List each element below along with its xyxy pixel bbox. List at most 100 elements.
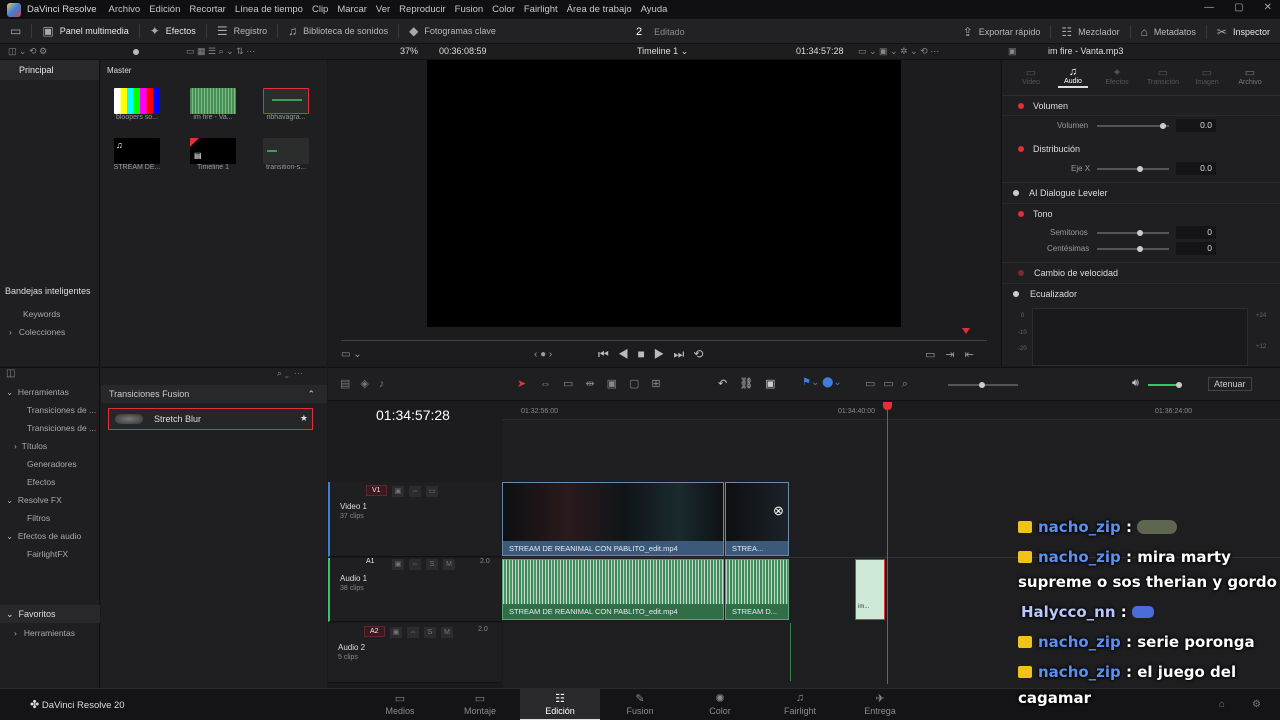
pitch-enable-dot[interactable]	[1018, 210, 1024, 217]
play-icon[interactable]: ▶	[654, 347, 674, 361]
timeline-view-icons[interactable]: ▤◈♪	[340, 377, 394, 390]
track-tag-a2[interactable]: A2	[364, 626, 385, 637]
lock-icon[interactable]: ▣	[390, 627, 402, 638]
clip-thumb-transition[interactable]: transition-s...	[256, 138, 316, 171]
inspector-button[interactable]: ✂ Inspector	[1207, 19, 1280, 44]
collapse-icon[interactable]: ⌃	[307, 385, 315, 403]
page-deliver[interactable]: ✈ Entrega	[840, 689, 920, 720]
go-to-end-icon[interactable]: ⏭	[674, 347, 694, 361]
maximize-icon[interactable]: ▢	[1234, 2, 1243, 13]
log-button[interactable]: ☰ Registro	[207, 19, 277, 44]
menu-color[interactable]: Color	[492, 4, 515, 15]
mute-button[interactable]: M	[441, 627, 453, 638]
auto-select-icon[interactable]: ⇔	[409, 486, 421, 497]
clip-thumb-bloopers[interactable]: bloopers so...	[107, 88, 167, 121]
clip-thumb-ribhavagra[interactable]: ribhavagra...	[256, 88, 316, 121]
viewer-playhead[interactable]	[962, 328, 970, 334]
tab-video[interactable]: ▭ Video	[1016, 66, 1046, 86]
view-mode-icons[interactable]: ▭ ▦ ☰ ⌕ ⌄ ⇅ ⋯	[186, 46, 255, 57]
stop-icon[interactable]: ■	[638, 347, 654, 361]
page-fairlight[interactable]: ♫ Fairlight	[760, 689, 840, 720]
volume-section[interactable]: Volumen	[1002, 96, 1280, 116]
page-cut[interactable]: ▭ Montaje	[440, 689, 520, 720]
workspace-layout-button[interactable]: ▭	[0, 19, 31, 44]
cents-value[interactable]: 0	[1176, 242, 1216, 255]
pan-section[interactable]: Distribución	[1002, 139, 1280, 159]
effects-button[interactable]: ✦ Efectos	[140, 19, 206, 44]
transport-controls[interactable]: ⏮◀■▶⏭⟲	[598, 347, 712, 362]
playhead-handle[interactable]	[883, 402, 892, 410]
minimize-icon[interactable]: —	[1204, 2, 1214, 13]
track-tag-a1[interactable]: A1	[366, 558, 375, 565]
toggle-video-icon[interactable]: ▭	[426, 486, 438, 497]
tree-resolve-fx[interactable]: ⌄ Resolve FX	[0, 491, 99, 509]
panel-toggle-icon[interactable]: ◫ ⌄ ⟲ ⚙	[8, 46, 47, 57]
lock-icon[interactable]: ▣	[392, 486, 404, 497]
lock-icon[interactable]: ▣	[392, 559, 404, 570]
dialogue-leveler-section[interactable]: AI Dialogue Leveler	[1002, 182, 1280, 202]
equalizer-graph[interactable]	[1032, 308, 1248, 366]
tree-transiciones-1[interactable]: Transiciones de ...	[0, 401, 99, 419]
close-icon[interactable]: ✕	[1264, 2, 1272, 13]
menu-linea-de-tiempo[interactable]: Línea de tiempo	[235, 4, 303, 15]
loop-icon[interactable]: ⟲	[693, 347, 712, 361]
mixer-button[interactable]: ☷ Mezclador	[1051, 19, 1129, 44]
page-media[interactable]: ▭ Medios	[360, 689, 440, 720]
viewer-options-icons[interactable]: ▭ ⌄ ▣ ⌄ ✲ ⌄ ⟲ ⋯	[858, 46, 939, 57]
tab-effects[interactable]: ✦ Efectos	[1102, 66, 1132, 86]
snap-link-lock-icons[interactable]: ↶⛓▣	[718, 377, 788, 390]
page-fusion[interactable]: ✎ Fusion	[600, 689, 680, 720]
volume-slider[interactable]	[1097, 123, 1169, 129]
menu-marcar[interactable]: Marcar	[337, 4, 367, 15]
effect-stretch-blur[interactable]: Stretch Blur ★	[108, 408, 313, 430]
favorites-header[interactable]: ⌄ Favoritos	[0, 605, 100, 623]
speed-change-section[interactable]: Cambio de velocidad	[1002, 262, 1280, 282]
quick-export-button[interactable]: ⇪ Exportar rápido	[953, 19, 1051, 44]
speaker-icon[interactable]: 🔊︎	[1132, 377, 1139, 390]
go-to-start-icon[interactable]: ⏮	[598, 347, 618, 361]
track-tag-v1[interactable]: V1	[366, 485, 387, 496]
audio-clip-second[interactable]: STREAM D...	[725, 559, 789, 620]
solo-button[interactable]: S	[426, 559, 438, 570]
effects-search-icon[interactable]: ⌕ ⌄ ⋯	[277, 368, 303, 379]
metadata-button[interactable]: ⌂ Metadatos	[1131, 19, 1206, 44]
keyframes-button[interactable]: ◆ Fotogramas clave	[399, 19, 506, 44]
video-clip-second[interactable]: ⊗ STREA...	[725, 482, 789, 556]
clip-thumb-stream[interactable]: ♫ STREAM DE...	[107, 138, 167, 171]
auto-select-icon[interactable]: ⇔	[409, 559, 421, 570]
pitch-section[interactable]: Tono	[1002, 203, 1280, 223]
smart-bin-collections[interactable]: › Colecciones	[9, 323, 65, 341]
menu-archivo[interactable]: Archivo	[109, 4, 141, 15]
track-header-a2[interactable]: A2 ▣ ⇔ S M 2.0 Audio 2 5 clips	[328, 623, 501, 683]
pan-x-slider[interactable]	[1097, 166, 1169, 172]
selection-tool-icon[interactable]: ➤	[517, 377, 526, 390]
pan-x-value[interactable]: 0.0	[1176, 162, 1216, 175]
edit-tools-icons[interactable]: ⇔▭⇹▣▢⊞	[540, 377, 673, 390]
menu-edicion[interactable]: Edición	[149, 4, 180, 15]
semitones-slider[interactable]	[1097, 230, 1169, 236]
tree-titulos[interactable]: › Títulos	[0, 437, 99, 455]
tree-generadores[interactable]: Generadores	[0, 455, 99, 473]
track-header-a1[interactable]: A1 ▣ ⇔ S M 2.0 Audio 1 38 clips	[328, 558, 501, 622]
tree-efectos[interactable]: Efectos	[0, 473, 99, 491]
video-clip-main[interactable]: STREAM DE REANIMAL CON PABLITO_edit.mp4	[502, 482, 724, 556]
solo-button[interactable]: S	[424, 627, 436, 638]
program-viewer[interactable]	[427, 60, 901, 327]
tree-herramientas[interactable]: ⌄ Herramientas	[0, 383, 99, 401]
volume-value[interactable]: 0.0	[1176, 119, 1216, 132]
volume-enable-dot[interactable]	[1018, 102, 1024, 109]
menu-ver[interactable]: Ver	[376, 4, 390, 15]
tree-transiciones-2[interactable]: Transiciones de ...	[0, 419, 99, 437]
timeline-selector[interactable]: Timeline 1 ⌄	[637, 46, 688, 57]
cents-slider[interactable]	[1097, 246, 1169, 252]
menu-area-de-trabajo[interactable]: Área de trabajo	[567, 4, 632, 15]
timeline-playhead[interactable]	[887, 402, 888, 684]
viewer-right-controls[interactable]: ▭⇥⇤	[925, 348, 984, 361]
timeline-zoom-slider[interactable]	[948, 382, 1018, 388]
effects-category-header[interactable]: Transiciones Fusion ⌃	[101, 385, 327, 403]
media-pool-button[interactable]: ▣ Panel multimedia	[32, 19, 138, 44]
jog-control-icon[interactable]: ‹ ● ›	[534, 349, 552, 360]
tree-efectos-audio[interactable]: ⌄ Efectos de audio	[0, 527, 99, 545]
tab-transition[interactable]: ▭ Transición	[1145, 66, 1181, 86]
clip-thumb-im-fire[interactable]: im fire - Va...	[183, 88, 243, 121]
